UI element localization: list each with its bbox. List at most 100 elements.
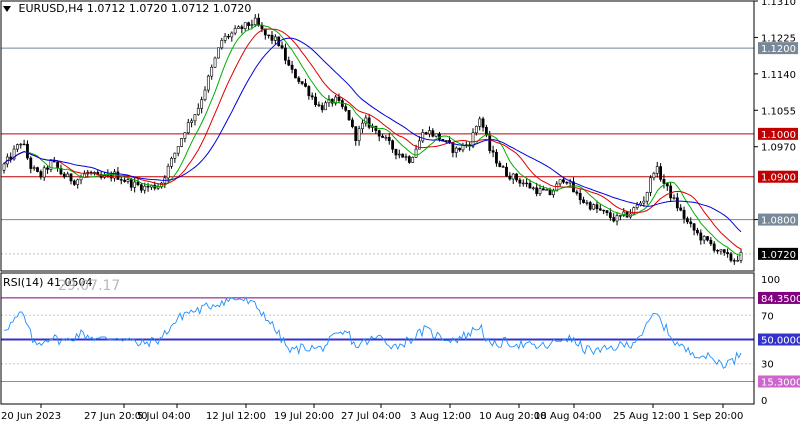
candle-body <box>706 236 709 241</box>
candle-body <box>304 83 307 87</box>
candle-body <box>565 181 569 184</box>
candle-body <box>354 126 358 141</box>
candle-body <box>612 217 616 222</box>
candle-body <box>203 89 207 100</box>
candle-body <box>9 156 13 160</box>
candle-body <box>287 59 291 66</box>
candle-body <box>712 243 716 251</box>
current-price-label: 1.0720 <box>761 250 796 261</box>
candle-body <box>2 163 6 171</box>
candle-body <box>662 179 666 184</box>
candle-body <box>391 140 395 150</box>
candle-body <box>290 64 294 70</box>
candle-body <box>568 181 572 184</box>
candle-body <box>511 173 515 180</box>
candle-body <box>615 215 619 222</box>
candle-body <box>535 187 539 194</box>
rsi-level-lines <box>1 297 754 382</box>
candle-body <box>645 192 649 202</box>
candle-body <box>243 22 247 30</box>
price-tag-label: 1.1000 <box>761 130 796 141</box>
candle-body <box>732 260 736 262</box>
candle-body <box>454 147 458 153</box>
candle-body <box>478 118 482 127</box>
candle-body <box>250 24 254 26</box>
candle-body <box>314 96 317 106</box>
candle-body <box>310 95 314 98</box>
candle-body <box>190 120 194 123</box>
candle-body <box>280 45 284 49</box>
candle-body <box>716 250 719 252</box>
candle-body <box>401 153 405 158</box>
candle-body <box>66 173 70 177</box>
candle-body <box>461 145 465 151</box>
candle-body <box>394 148 398 156</box>
candle-body <box>247 22 250 26</box>
symbol-label: EURUSD,H4 <box>18 2 84 15</box>
candle-body <box>655 166 659 174</box>
candle-body <box>672 197 676 199</box>
candle-body <box>217 47 220 59</box>
candle-body <box>307 86 311 97</box>
chevron-down-icon[interactable] <box>3 6 11 12</box>
price-tag-label: 1.1200 <box>761 44 796 55</box>
candle-body <box>729 253 733 261</box>
candle-body <box>669 185 673 199</box>
candle-body <box>267 34 271 37</box>
candle-body <box>481 118 485 128</box>
rsi-tick-label: 100 <box>761 275 780 286</box>
candle-body <box>294 69 297 79</box>
candle-body <box>344 106 348 111</box>
candle-body <box>166 165 170 179</box>
price-tick-label: 1.1140 <box>761 70 796 81</box>
candle-body <box>424 132 428 135</box>
candle-body <box>719 249 723 252</box>
candle-body <box>200 99 204 109</box>
candle-body <box>451 142 455 153</box>
candle-body <box>183 132 187 139</box>
candle-body <box>699 232 703 241</box>
candle-body <box>257 17 261 26</box>
candle-body <box>558 179 562 185</box>
price-tick-label: 1.1055 <box>761 106 796 117</box>
candle-body <box>42 167 46 178</box>
candle-body <box>62 173 66 177</box>
candle-body <box>206 75 210 91</box>
main-pane-frame <box>0 0 755 272</box>
ma-slow-line <box>3 37 742 233</box>
candle-body <box>270 34 274 41</box>
candle-body <box>337 96 341 101</box>
candle-body <box>685 218 689 223</box>
candle-body <box>635 204 639 209</box>
candle-body <box>692 223 696 231</box>
candle-body <box>384 137 388 139</box>
candle-body <box>350 119 354 127</box>
time-tick-label: 18 Aug 04:00 <box>534 411 601 422</box>
candle-body <box>126 179 130 182</box>
candle-body <box>220 40 224 49</box>
chart-canvas[interactable]: 1.13101.12251.11401.10551.09701.08001007… <box>0 0 800 426</box>
candle-body <box>15 144 19 150</box>
candle-body <box>696 229 699 234</box>
axes: 1.13101.12251.11401.10551.09701.08001007… <box>0 0 796 422</box>
candle-body <box>605 210 609 214</box>
time-tick-label: 3 Aug 12:00 <box>410 411 471 422</box>
candle-body <box>682 209 686 219</box>
candle-body <box>19 143 23 146</box>
price-tags: 1.1200 1.1000 1.0900 1.0800 1.0720 84.3500 50.… <box>758 42 800 388</box>
candle-body <box>652 173 656 179</box>
candle-body <box>518 179 522 184</box>
time-tick-label: 25 Aug 12:00 <box>613 411 680 422</box>
candle-body <box>709 239 713 245</box>
time-tick-label: 1 Sep 20:00 <box>683 411 743 422</box>
candle-body <box>273 36 277 41</box>
candle-body <box>361 122 364 130</box>
candle-body <box>139 184 143 191</box>
candle-body <box>397 153 401 156</box>
candle-body <box>471 132 475 147</box>
price-level-lines <box>1 47 754 255</box>
candle-body <box>404 156 408 158</box>
rsi-tick-label: 30 <box>761 360 774 371</box>
price-tick-label: 1.0970 <box>761 143 796 154</box>
rsi-series <box>3 296 742 369</box>
